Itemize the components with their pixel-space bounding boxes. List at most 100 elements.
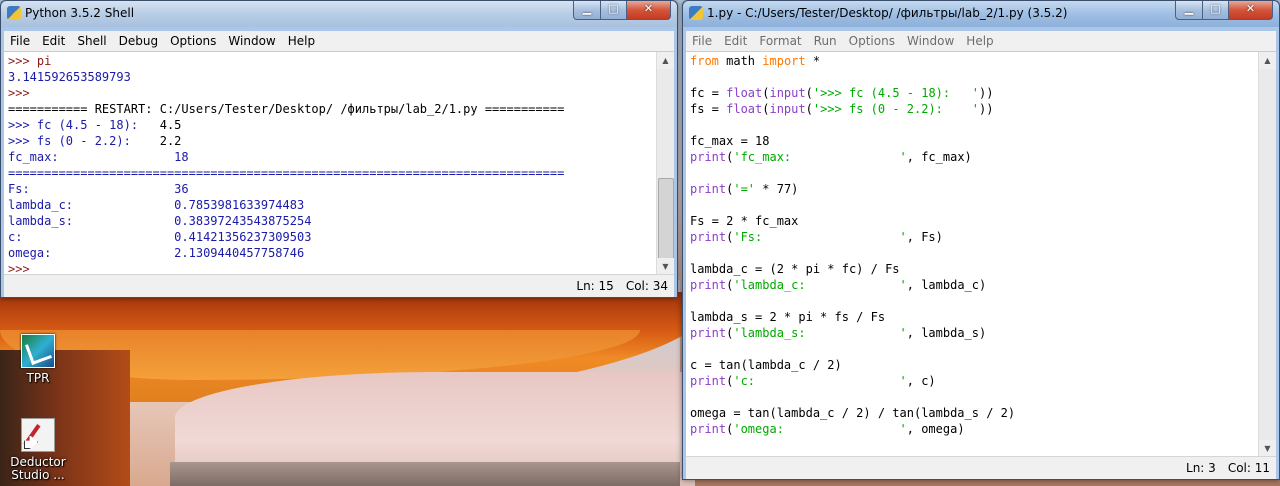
source-code: from math import * fc = float(input('>>>… — [690, 53, 1015, 437]
code-line: print('lambda_s: ', lambda_s) — [690, 325, 1015, 341]
menu-file[interactable]: File — [686, 34, 718, 48]
line-number: Ln: 15 — [576, 279, 614, 293]
code-line: print('=' * 77) — [690, 181, 1015, 197]
code-token: print — [690, 422, 727, 436]
code-token: 'c: ' — [733, 374, 907, 388]
deductor-shortcut-icon — [21, 418, 55, 452]
code-token: 2.2 — [159, 134, 182, 148]
title-bar[interactable]: 1.py - C:/Users/Tester/Desktop/ /фильтры… — [683, 1, 1279, 27]
menu-window[interactable]: Window — [901, 34, 960, 48]
code-token: ========================================… — [8, 166, 565, 180]
code-token: input — [769, 86, 806, 100]
menu-help[interactable]: Help — [960, 34, 999, 48]
code-line: lambda_s = 2 * pi * fs / Fs — [690, 309, 1015, 325]
shell-line: fc_max: 18 — [8, 149, 564, 165]
desktop-icon-label: TPR — [26, 371, 50, 385]
code-token: 3.141592653589793 — [8, 70, 131, 84]
menu-options[interactable]: Options — [843, 34, 901, 48]
menu-file[interactable]: File — [4, 34, 36, 48]
python-file-icon — [689, 6, 703, 20]
code-line: print('c: ', c) — [690, 373, 1015, 389]
code-token: lambda_c: 0.7853981633974483 — [8, 198, 305, 212]
scroll-up-arrow-icon[interactable]: ▲ — [1259, 52, 1276, 69]
code-line: Fs = 2 * fc_max — [690, 213, 1015, 229]
menu-run[interactable]: Run — [808, 34, 843, 48]
code-token: print — [690, 150, 727, 164]
code-line: print('omega: ', omega) — [690, 421, 1015, 437]
code-editor[interactable]: from math import * fc = float(input('>>>… — [686, 51, 1276, 457]
code-token: import — [762, 54, 806, 68]
shell-text-area[interactable]: >>> pi 3.141592653589793 >>> =========== RE… — [4, 51, 674, 275]
column-number: Col: 34 — [625, 279, 668, 293]
code-token: 'lambda_s: ' — [733, 326, 907, 340]
code-token: , fc_max) — [906, 150, 972, 164]
code-token: )) — [979, 86, 994, 100]
code-line: print('Fs: ', Fs) — [690, 229, 1015, 245]
close-button[interactable]: ✕ — [627, 1, 671, 20]
window-title: 1.py - C:/Users/Tester/Desktop/ /фильтры… — [707, 6, 1068, 20]
code-line: fc_max = 18 — [690, 133, 1015, 149]
code-token: print — [690, 278, 727, 292]
menu-bar: File Edit Format Run Options Window Help — [686, 31, 1276, 51]
scrollbar-thumb[interactable] — [658, 178, 674, 268]
python-shell-window[interactable]: Python 3.5.2 Shell ▁ □ ✕ File Edit Shell… — [0, 0, 678, 298]
code-token: lambda_s: 0.38397243543875254 — [8, 214, 312, 228]
title-bar[interactable]: Python 3.5.2 Shell ▁ □ ✕ — [1, 1, 677, 27]
close-button[interactable]: ✕ — [1229, 1, 1273, 20]
menu-edit[interactable]: Edit — [718, 34, 753, 48]
code-token: '>>> fc (4.5 - 18): ' — [812, 86, 980, 100]
desktop-icon-tpr[interactable]: TPR — [8, 334, 68, 385]
shell-line: >>> — [8, 261, 564, 275]
code-token: ( — [805, 86, 813, 100]
code-token: 4.5 — [159, 118, 182, 132]
menu-edit[interactable]: Edit — [36, 34, 71, 48]
code-token: 'Fs: ' — [733, 230, 907, 244]
code-token: c = tan(lambda_c / 2) — [690, 358, 842, 372]
shell-line: omega: 2.1309440457758746 — [8, 245, 564, 261]
window-controls: ▁ □ ✕ — [1175, 1, 1273, 20]
code-token: fc = — [690, 86, 727, 100]
code-token: , lambda_s) — [906, 326, 987, 340]
code-token: fc_max: 18 — [8, 150, 189, 164]
scroll-down-arrow-icon[interactable]: ▼ — [1259, 440, 1276, 457]
column-number: Col: 11 — [1227, 461, 1270, 475]
code-token: , Fs) — [906, 230, 943, 244]
code-token: fc_max = 18 — [690, 134, 770, 148]
maximize-icon: □ — [608, 2, 619, 15]
code-token: Fs = 2 * fc_max — [690, 214, 799, 228]
line-number: Ln: 3 — [1186, 461, 1216, 475]
menu-window[interactable]: Window — [222, 34, 281, 48]
code-token: * — [805, 54, 821, 68]
menu-options[interactable]: Options — [164, 34, 222, 48]
maximize-button[interactable]: □ — [1203, 1, 1229, 20]
scroll-down-arrow-icon[interactable]: ▼ — [657, 258, 674, 275]
menu-help[interactable]: Help — [282, 34, 321, 48]
code-token: * 77) — [755, 182, 799, 196]
code-token: omega = tan(lambda_c / 2) / tan(lambda_s… — [690, 406, 1016, 420]
scroll-up-arrow-icon[interactable]: ▲ — [657, 52, 674, 69]
maximize-button[interactable]: □ — [601, 1, 627, 20]
vertical-scrollbar[interactable]: ▲ ▼ — [656, 52, 674, 275]
vertical-scrollbar[interactable]: ▲ ▼ — [1258, 52, 1276, 457]
code-token: 'lambda_c: ' — [733, 278, 907, 292]
menu-debug[interactable]: Debug — [113, 34, 164, 48]
menu-shell[interactable]: Shell — [71, 34, 112, 48]
code-token: >>> fc (4.5 - 18): — [8, 118, 160, 132]
minimize-button[interactable]: ▁ — [1175, 1, 1203, 20]
code-token: '=' — [733, 182, 756, 196]
menu-format[interactable]: Format — [753, 34, 807, 48]
code-token: float — [726, 86, 763, 100]
code-token: omega: 2.1309440457758746 — [8, 246, 305, 260]
code-token: lambda_c = (2 * pi * fc) / Fs — [690, 262, 900, 276]
shell-line: >>> fs (0 - 2.2): 2.2 — [8, 133, 564, 149]
code-token: print — [690, 374, 727, 388]
editor-window[interactable]: 1.py - C:/Users/Tester/Desktop/ /фильтры… — [682, 0, 1280, 480]
minimize-button[interactable]: ▁ — [573, 1, 601, 20]
shell-line: >>> — [8, 85, 564, 101]
desktop-icon-deductor[interactable]: Deductor Studio ... — [8, 418, 68, 482]
